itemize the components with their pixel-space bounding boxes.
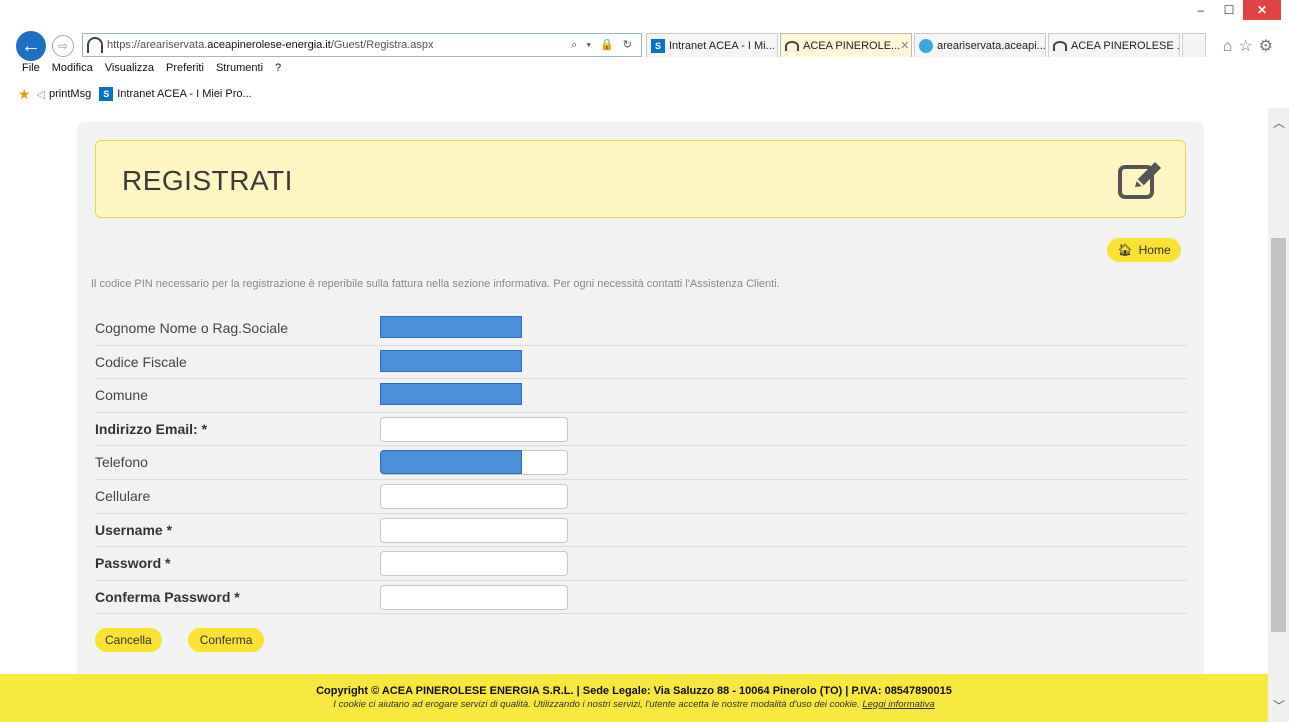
favorites-star-icon[interactable]: ☆	[1238, 38, 1258, 55]
conferma-password-label: Conferma Password *	[95, 588, 240, 605]
window-titlebar: – ☐ ✕	[0, 0, 1289, 30]
form-row-username: Username *	[95, 514, 1187, 548]
tab-areariservata[interactable]: areariservata.aceapi...	[914, 33, 1046, 57]
codice-fiscale-value-redacted	[380, 349, 522, 372]
tab-acea-active[interactable]: ACEA PINEROLE... ✕	[780, 33, 912, 57]
telefono-label: Telefono	[95, 454, 148, 471]
chevron-down-icon[interactable]: ﹀	[1273, 697, 1285, 714]
page-viewport: REGISTRATI 🏠︎ Home Il codice PIN necessa…	[0, 108, 1268, 722]
maximize-icon[interactable]: ☐	[1215, 0, 1243, 20]
registration-form: Cognome Nome o Rag.Sociale Codice Fiscal…	[95, 312, 1187, 615]
cognome-value-redacted	[380, 316, 522, 338]
menu-help[interactable]: ?	[275, 62, 281, 80]
menu-bar: File Modifica Visualizza Preferiti Strum…	[0, 62, 293, 80]
home-icon[interactable]: ⌂	[1223, 38, 1239, 55]
form-row-cellulare: Cellulare	[95, 480, 1187, 514]
chevron-up-icon[interactable]: ︿	[1273, 114, 1285, 131]
tab-label: ACEA PINEROLESE ...	[1071, 39, 1180, 52]
telefono-value-redacted	[380, 450, 522, 475]
navigation-bar: ← ⇨ https://areariservata. aceapinerolese…	[0, 30, 1289, 62]
acea-site-icon	[87, 37, 103, 53]
home-icon: 🏠︎	[1117, 243, 1133, 257]
codice-fiscale-label: Codice Fiscale	[95, 353, 187, 370]
email-field[interactable]	[380, 416, 568, 442]
url-prefix: https://areariservata.	[107, 39, 208, 51]
menu-visualizza[interactable]: Visualizza	[105, 62, 154, 80]
menu-modifica[interactable]: Modifica	[52, 62, 93, 80]
form-row-email: Indirizzo Email: *	[95, 413, 1187, 447]
scrollbar-thumb[interactable]	[1271, 238, 1286, 632]
form-row-comune: Comune	[95, 379, 1187, 413]
confirm-button[interactable]: Conferma	[187, 628, 265, 652]
fav-intranet[interactable]: Intranet ACEA - I Miei Pro...	[117, 88, 252, 100]
home-label: Home	[1138, 243, 1171, 257]
back-arrow-icon[interactable]: ←	[16, 31, 46, 61]
form-row-telefono: Telefono	[95, 446, 1187, 480]
copyright-text: Copyright © ACEA PINEROLESE ENERGIA S.R.…	[316, 685, 952, 697]
username-field[interactable]	[380, 517, 568, 543]
cognome-label: Cognome Nome o Rag.Sociale	[95, 320, 288, 336]
menu-file[interactable]: File	[22, 62, 40, 80]
tab-label: areariservata.aceapi...	[937, 39, 1046, 52]
menu-preferiti[interactable]: Preferiti	[166, 62, 204, 80]
home-button[interactable]: 🏠︎ Home	[1107, 238, 1181, 262]
form-row-conferma-password: Conferma Password *	[95, 581, 1187, 615]
email-label: Indirizzo Email: *	[95, 420, 208, 437]
form-row-codice-fiscale: Codice Fiscale	[95, 346, 1187, 380]
form-row-cognome: Cognome Nome o Rag.Sociale	[95, 312, 1187, 346]
acea-icon	[1053, 40, 1067, 51]
comune-label: Comune	[95, 387, 148, 404]
new-tab-button[interactable]	[1182, 33, 1206, 57]
browser-tools: ⌂☆⚙	[1223, 36, 1279, 56]
password-field[interactable]	[380, 551, 568, 577]
favorites-star-icon[interactable]: ★	[18, 86, 31, 103]
forward-arrow-icon[interactable]: ⇨	[52, 35, 74, 57]
address-bar[interactable]: https://areariservata. aceapinerolese-ene…	[82, 33, 642, 57]
url-domain: aceapinerolese-energia.it	[207, 39, 331, 51]
acea-icon	[785, 40, 799, 51]
cookie-notice: I cookie ci aiutano ad erogare servizi d…	[0, 699, 1268, 710]
cookie-info-link[interactable]: Leggi informativa	[862, 699, 934, 710]
ie-icon	[919, 38, 933, 53]
cancel-button[interactable]: Cancella	[95, 628, 162, 652]
window-controls: – ☐ ✕	[1187, 0, 1281, 20]
edit-icon	[1118, 162, 1161, 199]
gear-icon[interactable]: ⚙	[1259, 38, 1279, 55]
registration-card: REGISTRATI 🏠︎ Home Il codice PIN necessa…	[77, 122, 1204, 702]
tab-acea-pinerolese[interactable]: ACEA PINEROLESE ...	[1048, 33, 1180, 57]
cookie-text: I cookie ci aiutano ad erogare servizi d…	[333, 699, 860, 710]
sharepoint-icon: S	[99, 87, 114, 101]
url-path: /Guest/Registra.aspx	[330, 39, 434, 51]
cellulare-label: Cellulare	[95, 487, 151, 504]
form-actions: Cancella Conferma	[95, 628, 265, 652]
close-tab-icon[interactable]: ✕	[900, 39, 909, 52]
page-title: REGISTRATI	[122, 165, 293, 196]
address-tools-icons[interactable]: ⌕ ▾ 🔒 ↻	[571, 38, 635, 52]
minimize-icon[interactable]: –	[1187, 0, 1215, 20]
page-header: REGISTRATI	[95, 140, 1186, 218]
form-row-password: Password *	[95, 547, 1187, 581]
cellulare-field[interactable]	[380, 483, 568, 509]
conferma-password-field[interactable]	[380, 584, 568, 610]
tab-label: Intranet ACEA - I Mi...	[669, 39, 775, 52]
tab-strip: S Intranet ACEA - I Mi... ACEA PINEROLE.…	[646, 33, 1206, 59]
close-window-icon[interactable]: ✕	[1243, 0, 1281, 20]
vertical-scrollbar[interactable]: ︿ ﹀	[1268, 108, 1289, 722]
sharepoint-icon: S	[651, 38, 665, 53]
printmsg-icon: ◁	[36, 88, 46, 101]
tab-label: ACEA PINEROLE...	[803, 39, 901, 52]
comune-value-redacted	[380, 383, 522, 406]
username-label: Username *	[95, 521, 173, 538]
tab-intranet[interactable]: S Intranet ACEA - I Mi...	[646, 33, 778, 57]
favorites-bar: ★ ◁ printMsg S Intranet ACEA - I Miei Pr…	[0, 83, 252, 105]
fav-printmsg[interactable]: printMsg	[49, 88, 91, 100]
menu-strumenti[interactable]: Strumenti	[216, 62, 263, 80]
page-footer: Copyright © ACEA PINEROLESE ENERGIA S.R.…	[0, 674, 1268, 722]
pin-info-text: Il codice PIN necessario per la registra…	[91, 278, 780, 290]
password-label: Password *	[95, 555, 171, 572]
